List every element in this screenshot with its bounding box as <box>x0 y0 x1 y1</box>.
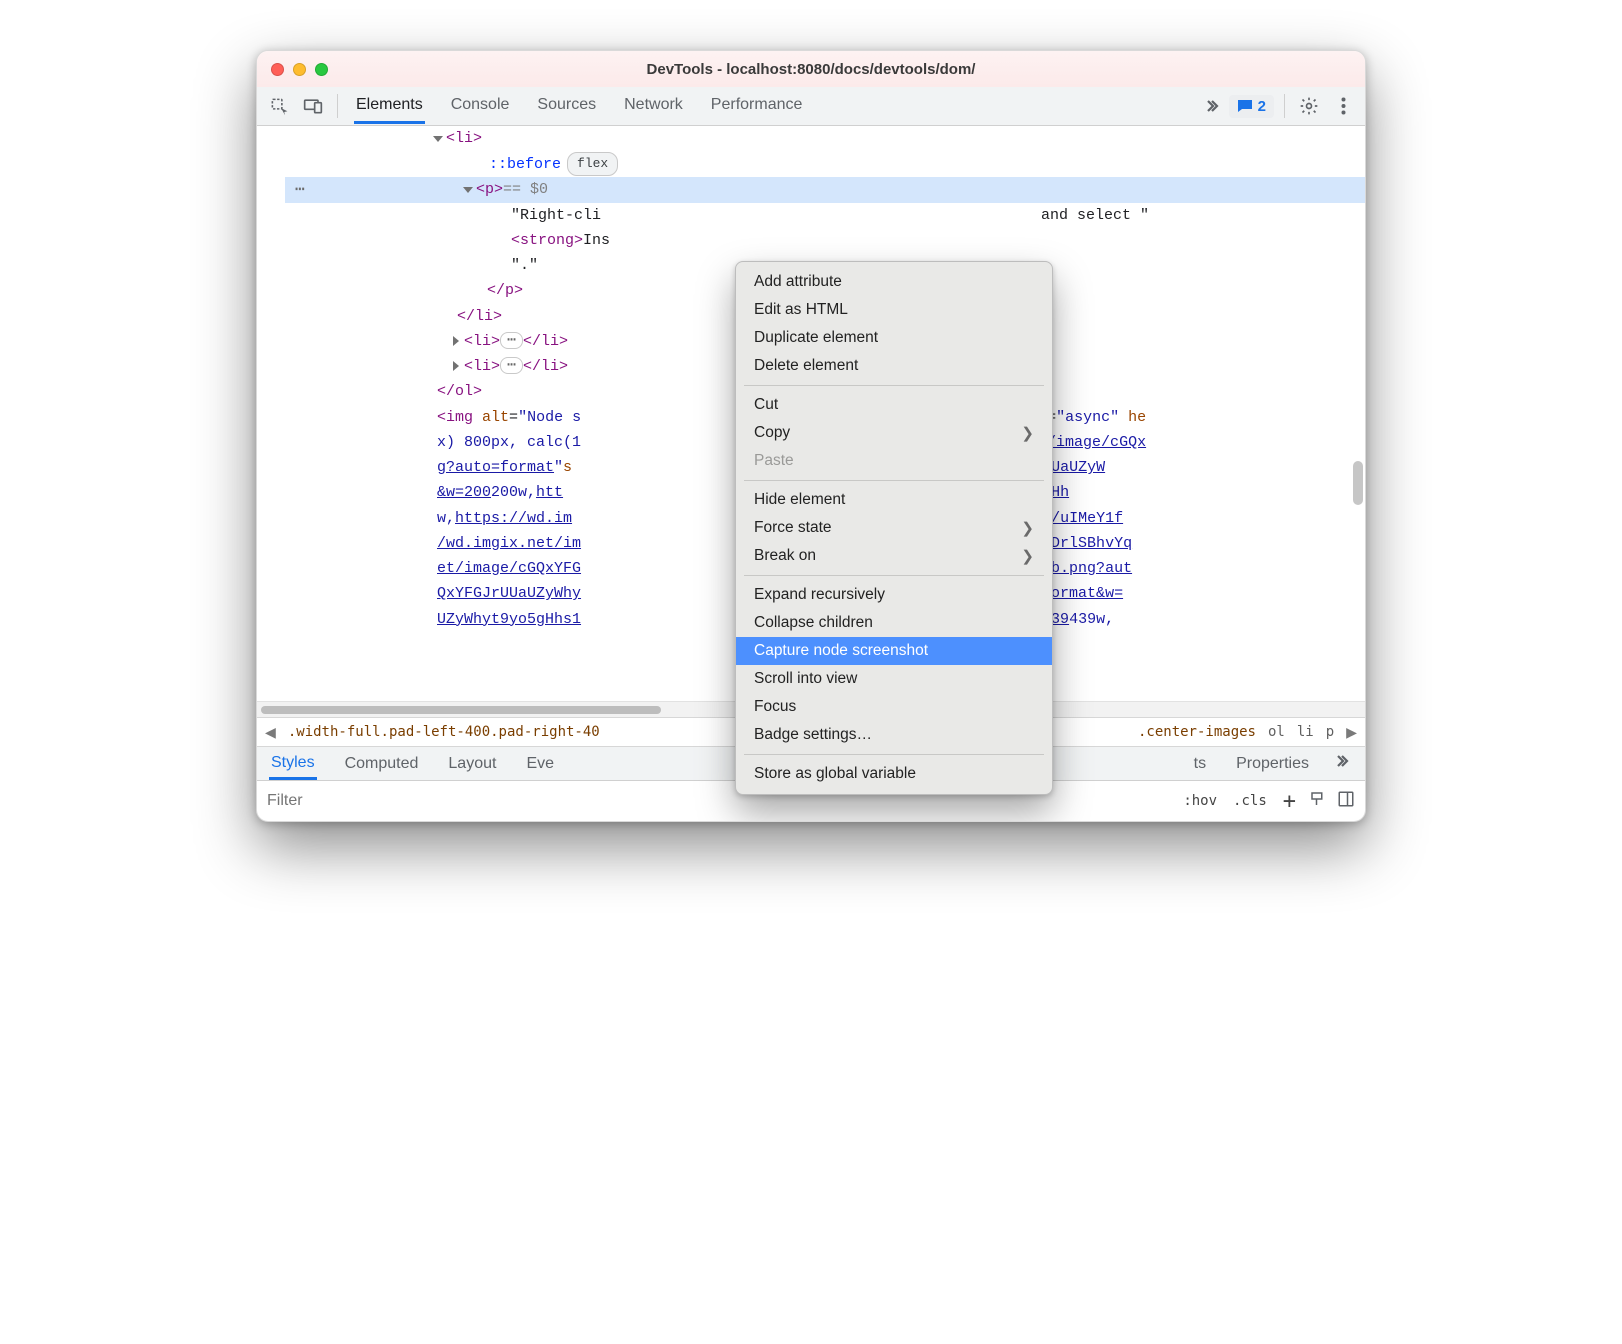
toolbar-separator <box>1284 94 1285 118</box>
context-menu-item[interactable]: Force state ❯ <box>736 514 1052 542</box>
collapsed-ellipsis-icon[interactable]: ⋯ <box>500 332 523 349</box>
more-options-icon[interactable] <box>1329 92 1357 120</box>
submenu-chevron-icon: ❯ <box>1021 519 1034 537</box>
device-toolbar-icon[interactable] <box>299 92 327 120</box>
expand-toggle-icon[interactable] <box>463 187 473 193</box>
styles-tab-styles[interactable]: Styles <box>269 748 317 780</box>
dom-text-node[interactable]: "Right-cli and select " <box>285 203 1365 228</box>
context-menu-item[interactable]: Delete element <box>736 352 1052 380</box>
tab-sources[interactable]: Sources <box>535 88 598 124</box>
breadcrumb-scroll-right-icon[interactable]: ▶ <box>1346 722 1357 743</box>
breadcrumb-item[interactable]: ol <box>1268 724 1285 740</box>
context-menu-item[interactable]: Focus <box>736 693 1052 721</box>
submenu-chevron-icon: ❯ <box>1021 424 1034 442</box>
settings-icon[interactable] <box>1295 92 1323 120</box>
context-menu-label: Scroll into view <box>754 670 857 688</box>
styles-tab-properties[interactable]: Properties <box>1234 749 1311 778</box>
breadcrumb-item[interactable]: li <box>1297 724 1314 740</box>
context-menu-item[interactable]: Add attribute <box>736 268 1052 296</box>
context-menu-item[interactable]: Collapse children <box>736 609 1052 637</box>
context-menu-item[interactable]: Break on ❯ <box>736 542 1052 570</box>
tab-performance[interactable]: Performance <box>709 88 805 124</box>
context-menu-label: Badge settings… <box>754 726 872 744</box>
expand-toggle-icon[interactable] <box>433 136 443 142</box>
context-menu-item: Paste <box>736 447 1052 475</box>
context-menu-label: Capture node screenshot <box>754 642 928 660</box>
context-menu-label: Store as global variable <box>754 765 916 783</box>
context-menu-label: Edit as HTML <box>754 301 848 319</box>
context-menu-item[interactable]: Cut <box>736 391 1052 419</box>
window-titlebar: DevTools - localhost:8080/docs/devtools/… <box>257 51 1365 87</box>
context-menu-item[interactable]: Scroll into view <box>736 665 1052 693</box>
tab-console[interactable]: Console <box>449 88 512 124</box>
context-menu-item[interactable]: Store as global variable <box>736 760 1052 788</box>
issues-button[interactable]: 2 <box>1229 95 1274 118</box>
flex-badge[interactable]: flex <box>567 152 618 176</box>
tab-elements[interactable]: Elements <box>354 88 425 124</box>
devtools-window: DevTools - localhost:8080/docs/devtools/… <box>256 50 1366 822</box>
context-menu-label: Paste <box>754 452 794 470</box>
context-menu-item[interactable]: Expand recursively <box>736 581 1052 609</box>
context-menu-item[interactable]: Capture node screenshot <box>736 637 1052 665</box>
more-tabs-icon[interactable] <box>1337 753 1353 774</box>
issues-icon <box>1237 99 1253 113</box>
context-menu-label: Hide element <box>754 491 845 509</box>
computed-styles-sidebar-icon[interactable] <box>1337 790 1355 813</box>
context-menu-item[interactable]: Duplicate element <box>736 324 1052 352</box>
context-menu-label: Force state <box>754 519 832 537</box>
issues-count: 2 <box>1258 98 1266 115</box>
context-menu-item[interactable]: Copy ❯ <box>736 419 1052 447</box>
submenu-chevron-icon: ❯ <box>1021 547 1034 565</box>
panel-tabs: Elements Console Sources Network Perform… <box>354 88 804 124</box>
context-menu-label: Expand recursively <box>754 586 885 604</box>
breadcrumb-item[interactable]: .center-images <box>1138 724 1256 740</box>
context-menu-label: Add attribute <box>754 273 842 291</box>
window-title: DevTools - localhost:8080/docs/devtools/… <box>257 61 1365 78</box>
styles-tab-ts-truncated[interactable]: ts <box>1192 749 1208 778</box>
toolbar-separator <box>337 94 338 118</box>
tab-network[interactable]: Network <box>622 88 685 124</box>
styles-tab-computed[interactable]: Computed <box>343 749 421 778</box>
horizontal-scrollbar-thumb[interactable] <box>261 706 661 714</box>
breadcrumb-item[interactable]: .width-full.pad-left-400.pad-right-40 <box>288 724 600 740</box>
context-menu-label: Delete element <box>754 357 858 375</box>
context-menu-separator <box>744 575 1044 576</box>
dom-node-p-selected[interactable]: <p> == $0 <box>285 177 1365 202</box>
context-menu-item[interactable]: Edit as HTML <box>736 296 1052 324</box>
context-menu-item[interactable]: Hide element <box>736 486 1052 514</box>
context-menu-separator <box>744 480 1044 481</box>
vertical-scrollbar-thumb[interactable] <box>1353 461 1363 505</box>
paint-flashing-icon[interactable] <box>1309 790 1327 813</box>
context-menu-separator <box>744 754 1044 755</box>
context-menu-label: Collapse children <box>754 614 873 632</box>
more-tabs-button[interactable] <box>1207 98 1223 114</box>
styles-tab-event-truncated[interactable]: Eve <box>524 749 556 778</box>
dom-node-li[interactable]: <li> <box>285 126 1365 151</box>
context-menu-item[interactable]: Badge settings… <box>736 721 1052 749</box>
inspect-element-icon[interactable] <box>265 92 293 120</box>
context-menu-label: Cut <box>754 396 778 414</box>
context-menu-label: Focus <box>754 698 796 716</box>
context-menu-label: Copy <box>754 424 790 442</box>
dom-node-strong[interactable]: <strong>Ins <box>285 228 1365 253</box>
context-menu-label: Break on <box>754 547 816 565</box>
styles-tab-layout[interactable]: Layout <box>446 749 498 778</box>
toggle-hover-button[interactable]: :hov <box>1180 791 1220 811</box>
expand-toggle-icon[interactable] <box>453 361 459 371</box>
new-style-rule-icon[interactable]: + <box>1280 787 1299 816</box>
breadcrumb-item[interactable]: p <box>1326 724 1334 740</box>
context-menu-label: Duplicate element <box>754 329 878 347</box>
toggle-classes-button[interactable]: .cls <box>1230 791 1270 811</box>
expand-toggle-icon[interactable] <box>453 336 459 346</box>
collapsed-ellipsis-icon[interactable]: ⋯ <box>500 357 523 374</box>
dom-pseudo-before[interactable]: ::before flex <box>285 151 1365 177</box>
devtools-toolbar: Elements Console Sources Network Perform… <box>257 87 1365 126</box>
context-menu-separator <box>744 385 1044 386</box>
breadcrumb-scroll-left-icon[interactable]: ◀ <box>265 722 276 743</box>
dom-context-menu: Add attribute Edit as HTML Duplicate eleme… <box>735 261 1053 795</box>
